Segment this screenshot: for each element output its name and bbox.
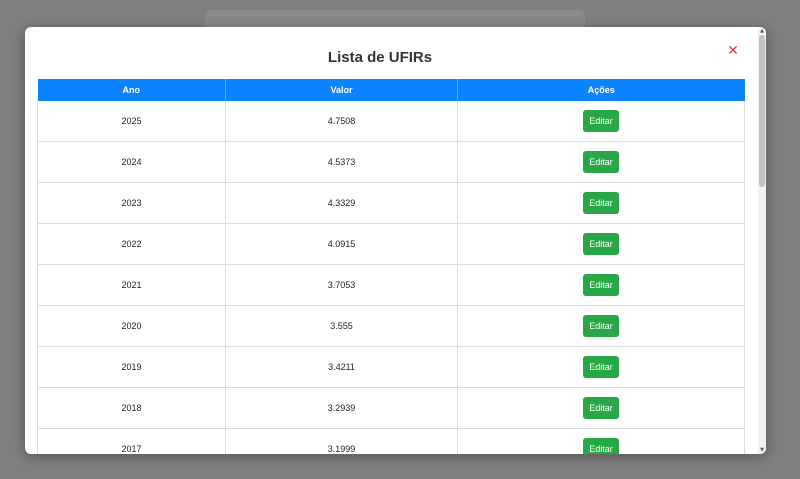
table-row: 2021 3.7053 Editar bbox=[37, 264, 745, 306]
cell-ano: 2018 bbox=[37, 387, 226, 429]
cell-valor: 4.7508 bbox=[225, 101, 458, 142]
table-row: 2020 3.555 Editar bbox=[37, 305, 745, 347]
column-header-ano: Ano bbox=[37, 79, 226, 101]
cell-acoes: Editar bbox=[457, 346, 745, 388]
cell-valor: 3.2939 bbox=[225, 387, 458, 429]
cell-ano: 2017 bbox=[37, 428, 226, 454]
edit-button[interactable]: Editar bbox=[583, 151, 619, 173]
scroll-thumb[interactable] bbox=[759, 35, 765, 187]
cell-acoes: Editar bbox=[457, 141, 745, 183]
table-row: 2023 4.3329 Editar bbox=[37, 182, 745, 224]
cell-acoes: Editar bbox=[457, 223, 745, 265]
cell-acoes: Editar bbox=[457, 264, 745, 306]
edit-button[interactable]: Editar bbox=[583, 192, 619, 214]
edit-button[interactable]: Editar bbox=[583, 274, 619, 296]
cell-valor: 4.5373 bbox=[225, 141, 458, 183]
column-header-acoes: Ações bbox=[457, 79, 745, 101]
cell-valor: 3.7053 bbox=[225, 264, 458, 306]
cell-ano: 2021 bbox=[37, 264, 226, 306]
cell-ano: 2020 bbox=[37, 305, 226, 347]
table-header-row: Ano Valor Ações bbox=[37, 79, 745, 101]
edit-button[interactable]: Editar bbox=[583, 233, 619, 255]
edit-button[interactable]: Editar bbox=[583, 438, 619, 454]
cell-ano: 2025 bbox=[37, 101, 226, 142]
edit-button[interactable]: Editar bbox=[583, 356, 619, 378]
edit-button[interactable]: Editar bbox=[583, 110, 619, 132]
column-header-valor: Valor bbox=[225, 79, 458, 101]
cell-ano: 2023 bbox=[37, 182, 226, 224]
table-row: 2017 3.1999 Editar bbox=[37, 428, 745, 454]
cell-valor: 4.3329 bbox=[225, 182, 458, 224]
modal-title: Lista de UFIRs bbox=[327, 49, 433, 66]
cell-acoes: Editar bbox=[457, 101, 745, 142]
table-row: 2019 3.4211 Editar bbox=[37, 346, 745, 388]
cell-acoes: Editar bbox=[457, 428, 745, 454]
cell-ano: 2019 bbox=[37, 346, 226, 388]
modal-content: ✕ Lista de UFIRs Ano Valor Ações 2025 4.7… bbox=[25, 27, 758, 454]
scroll-down-icon[interactable]: ▼ bbox=[758, 446, 766, 454]
modal-scrollbar[interactable]: ▲ ▼ bbox=[758, 27, 766, 454]
cell-valor: 3.1999 bbox=[225, 428, 458, 454]
cell-acoes: Editar bbox=[457, 182, 745, 224]
cell-ano: 2022 bbox=[37, 223, 226, 265]
table-row: 2022 4.0915 Editar bbox=[37, 223, 745, 265]
table-row: 2024 4.5373 Editar bbox=[37, 141, 745, 183]
scroll-up-icon[interactable]: ▲ bbox=[758, 27, 766, 35]
edit-button[interactable]: Editar bbox=[583, 315, 619, 337]
table-row: 2025 4.7508 Editar bbox=[37, 101, 745, 142]
cell-valor: 4.0915 bbox=[225, 223, 458, 265]
edit-button[interactable]: Editar bbox=[583, 397, 619, 419]
table-row: 2018 3.2939 Editar bbox=[37, 387, 745, 429]
cell-valor: 3.555 bbox=[225, 305, 458, 347]
cell-acoes: Editar bbox=[457, 305, 745, 347]
cell-ano: 2024 bbox=[37, 141, 226, 183]
ufir-table: Ano Valor Ações 2025 4.7508 Editar 2024 4.53… bbox=[37, 79, 745, 454]
ufir-modal: ✕ Lista de UFIRs Ano Valor Ações 2025 4.7… bbox=[25, 27, 766, 454]
cell-valor: 3.4211 bbox=[225, 346, 458, 388]
cell-acoes: Editar bbox=[457, 387, 745, 429]
